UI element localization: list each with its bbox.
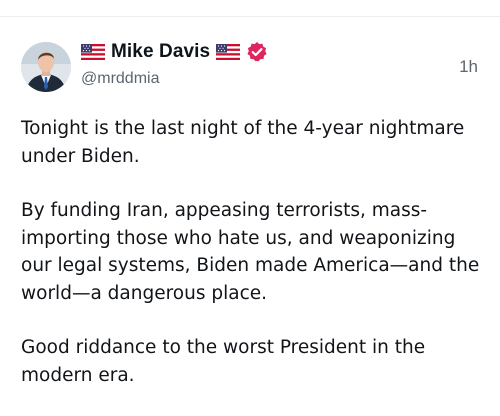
avatar[interactable]: [21, 42, 71, 92]
us-flag-icon: [81, 44, 105, 60]
post-paragraph: By funding Iran, appeasing terrorists, m…: [21, 200, 480, 304]
post-card[interactable]: Mike Davis @mrddmia 1h Tonight is the la…: [0, 17, 500, 413]
us-flag-icon: [216, 44, 241, 60]
author-display-name[interactable]: Mike Davis: [111, 41, 210, 63]
verified-badge-icon[interactable]: [246, 41, 268, 63]
author-handle[interactable]: @mrddmia: [81, 70, 159, 88]
post-paragraph: Tonight is the last night of the 4-year …: [21, 118, 465, 167]
post-timestamp[interactable]: 1h: [459, 57, 478, 77]
author-header: Mike Davis: [81, 39, 268, 65]
post-paragraph: Good riddance to the worst President in …: [21, 337, 426, 386]
avatar-image: [21, 42, 71, 92]
post-body: Tonight is the last night of the 4-year …: [21, 115, 491, 416]
